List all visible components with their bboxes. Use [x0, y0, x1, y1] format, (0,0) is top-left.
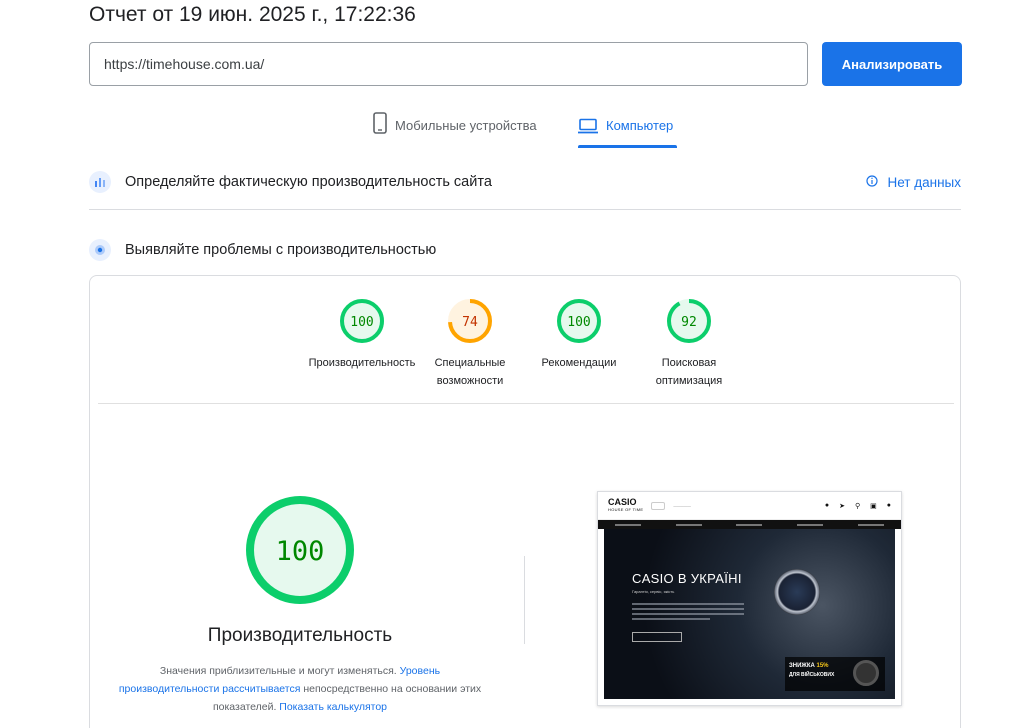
analyze-button[interactable]: Анализировать — [822, 42, 962, 86]
url-input[interactable] — [89, 42, 808, 86]
device-tabs: Мобильные устройства Компьютер — [0, 112, 1024, 148]
gauge-score-value: 100 — [350, 315, 373, 330]
gauge-best-practices[interactable]: 100 Рекомендации — [519, 298, 639, 372]
thumb-logo: CASIO HOUSE OF TIME — [608, 496, 644, 512]
gauge-score-value: 92 — [681, 315, 697, 330]
score-gauges: 100 Производительность 74 Специальные воз… — [90, 298, 960, 398]
gauge-label: Производительность — [308, 357, 416, 369]
thumb-nav — [598, 520, 901, 529]
thumb-sale-banner: ЗНИЖКА 15% ДЛЯ ВІЙСЬКОВИХ — [785, 657, 885, 691]
thumb-hero-text — [632, 603, 744, 623]
gauge-score-value: 100 — [567, 315, 590, 330]
laptop-icon — [578, 118, 598, 137]
thumb-hero-button — [632, 632, 682, 642]
gauge-performance[interactable]: 100 Производительность — [302, 298, 422, 372]
tab-mobile[interactable]: Мобильные устройства — [373, 112, 537, 148]
smartphone-icon — [373, 112, 387, 137]
gauge-score-value: 74 — [462, 315, 478, 330]
gauge-ring: 100 — [340, 299, 384, 343]
lab-data-icon — [89, 239, 111, 261]
disclaimer-text: Значения приблизительные и могут изменят… — [159, 665, 400, 677]
thumb-hero-subtitle: Гарантія, сервіс, якість — [632, 589, 675, 594]
info-icon — [865, 174, 878, 190]
performance-title: Производительность — [207, 625, 393, 646]
gauge-accessibility[interactable]: 74 Специальные возможности — [410, 298, 530, 390]
no-data-label: Нет данных — [887, 174, 962, 190]
lab-data-section: Выявляйте проблемы с производительностью — [89, 238, 961, 262]
tab-mobile-label: Мобильные устройства — [395, 118, 537, 133]
performance-disclaimer: Значения приблизительные и могут изменят… — [118, 662, 482, 716]
page-screenshot-thumbnail[interactable]: CASIO HOUSE OF TIME ————— ● ➤ ⚲ ▣ ● CASIO В У… — [597, 491, 902, 706]
active-tab-indicator — [578, 145, 677, 148]
gauge-label: Рекомендации — [541, 357, 617, 369]
performance-big-score: 100 — [276, 536, 325, 567]
gauge-ring: 92 — [667, 299, 711, 343]
gauge-label: Поисковая оптимизация — [655, 357, 723, 387]
thumb-header: CASIO HOUSE OF TIME ————— ● ➤ ⚲ ▣ ● — [598, 492, 901, 520]
field-data-section[interactable]: Определяйте фактическую производительнос… — [89, 170, 961, 194]
thumb-sale-watch — [853, 660, 879, 686]
report-title: Отчет от 19 июн. 2025 г., 17:22:36 — [89, 3, 416, 26]
performance-big-gauge: 100 — [246, 496, 354, 604]
vertical-separator — [524, 556, 525, 644]
thumb-hero-title: CASIO В УКРАЇНІ — [632, 571, 742, 586]
section-divider — [89, 209, 961, 210]
no-data-link[interactable]: Нет данных — [865, 174, 962, 190]
field-data-icon — [89, 171, 111, 193]
field-data-title: Определяйте фактическую производительнос… — [125, 174, 492, 190]
gauge-ring: 74 — [448, 299, 492, 343]
lab-data-title: Выявляйте проблемы с производительностью — [125, 242, 437, 258]
thumb-slogan: ————— — [673, 503, 691, 508]
show-calculator-link[interactable]: Показать калькулятор — [279, 701, 387, 713]
tab-desktop[interactable]: Компьютер — [578, 112, 673, 148]
thumb-lang-switch — [651, 501, 666, 510]
results-card: 100 Производительность 74 Специальные воз… — [89, 275, 961, 728]
gauge-ring: 100 — [557, 299, 601, 343]
thumb-icons: ● ➤ ⚲ ▣ ● — [824, 501, 891, 510]
card-divider — [98, 403, 954, 404]
tab-desktop-label: Компьютер — [606, 118, 674, 133]
gauge-seo[interactable]: 92 Поисковая оптимизация — [629, 298, 749, 390]
thumb-hero: CASIO В УКРАЇНІ Гарантія, сервіс, якість… — [604, 529, 895, 699]
thumb-watch-image — [774, 569, 820, 615]
gauge-label: Специальные возможности — [434, 357, 506, 387]
